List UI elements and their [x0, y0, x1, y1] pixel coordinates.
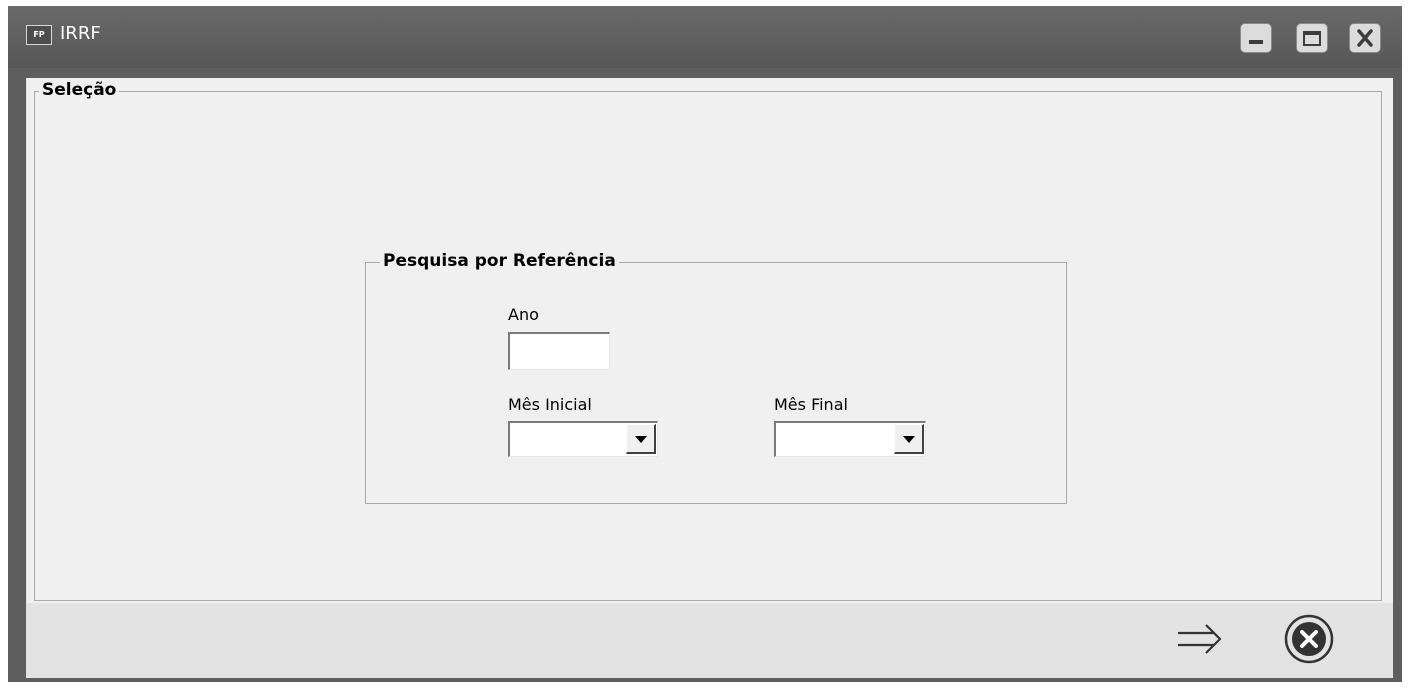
end-month-select[interactable] [774, 421, 926, 457]
arrow-right-icon [1178, 624, 1222, 654]
cancel-button[interactable] [1279, 611, 1339, 667]
reference-group: Pesquisa por Referência Ano Mês Inicial … [365, 251, 1067, 504]
title-bar[interactable]: FP IRRF [8, 6, 1402, 68]
start-month-dropdown-button[interactable] [626, 424, 656, 454]
selection-legend: Seleção [39, 80, 120, 100]
app-icon: FP [26, 25, 52, 45]
end-month-label: Mês Final [774, 395, 848, 414]
client-area: Seleção Pesquisa por Referência Ano Mês … [26, 78, 1393, 678]
year-input[interactable] [508, 332, 610, 370]
selection-group: Seleção Pesquisa por Referência Ano Mês … [34, 80, 1382, 601]
window-title: IRRF [60, 23, 101, 44]
chevron-down-icon [635, 436, 647, 443]
chevron-down-icon [903, 436, 915, 443]
start-month-label: Mês Inicial [508, 395, 592, 414]
footer-toolbar [27, 603, 1393, 678]
year-label: Ano [508, 305, 539, 324]
maximize-icon [1303, 31, 1321, 46]
confirm-button[interactable] [1170, 611, 1230, 667]
irrf-window: FP IRRF Seleção Pesquisa por Referência … [8, 6, 1402, 682]
maximize-button[interactable] [1296, 23, 1328, 53]
end-month-dropdown-button[interactable] [894, 424, 924, 454]
close-button[interactable] [1349, 23, 1381, 53]
circle-x-icon [1284, 614, 1334, 664]
reference-legend: Pesquisa por Referência [380, 251, 619, 271]
minimize-button[interactable] [1240, 23, 1272, 53]
minimize-icon [1249, 40, 1263, 44]
close-icon [1357, 29, 1373, 47]
start-month-select[interactable] [508, 421, 658, 457]
